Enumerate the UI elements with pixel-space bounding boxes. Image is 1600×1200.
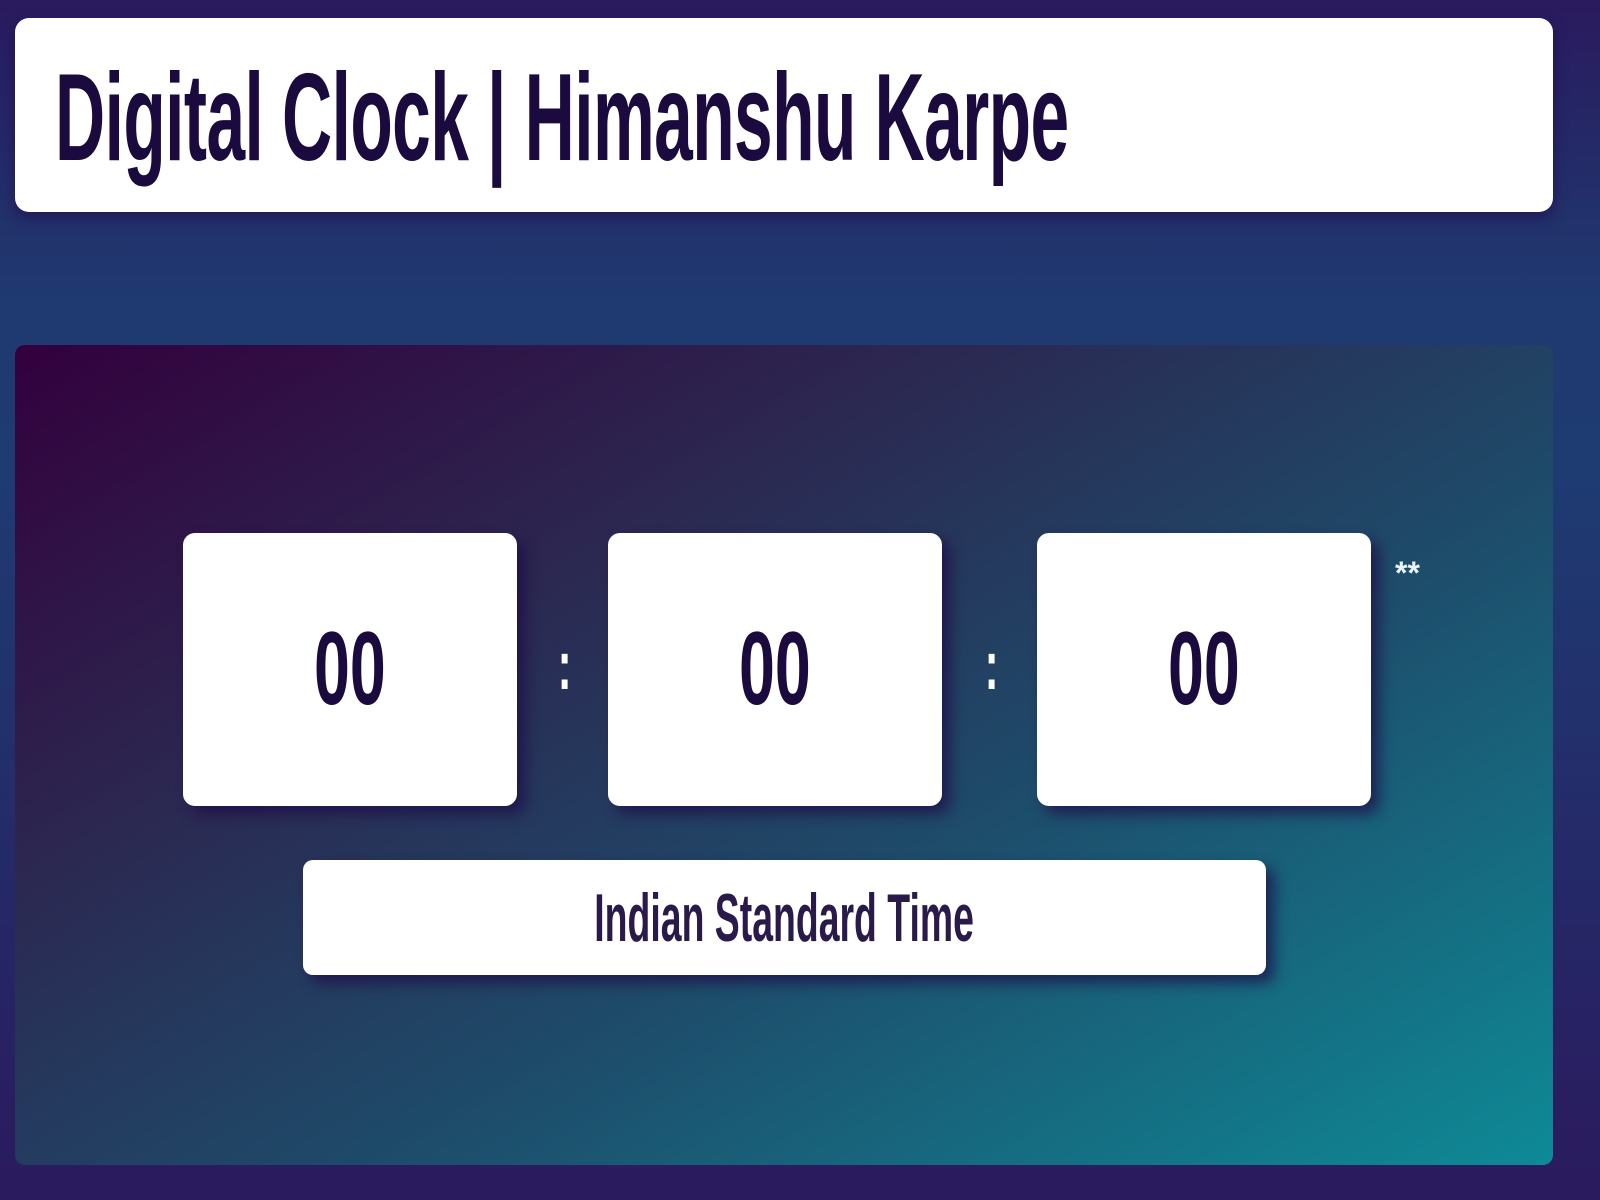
header: Digital Clock | Himanshu Karpe: [15, 18, 1553, 212]
timezone-label-box: Indian Standard Time: [303, 860, 1266, 975]
hours-value: 00: [314, 611, 386, 727]
colon-separator: :: [984, 626, 999, 704]
colon-separator: :: [557, 626, 572, 704]
hours-box: 00: [183, 533, 517, 806]
minutes-box: 00: [608, 533, 942, 806]
seconds-value: 00: [1168, 611, 1240, 727]
minutes-value: 00: [739, 611, 811, 727]
period-indicator: **: [1395, 555, 1420, 591]
timezone-label: Indian Standard Time: [594, 879, 975, 956]
clock-panel: 00 : 00 : 00 ** Indian Standard Time: [15, 345, 1553, 1165]
page-title: Digital Clock | Himanshu Karpe: [55, 49, 1069, 187]
seconds-box: 00: [1037, 533, 1371, 806]
